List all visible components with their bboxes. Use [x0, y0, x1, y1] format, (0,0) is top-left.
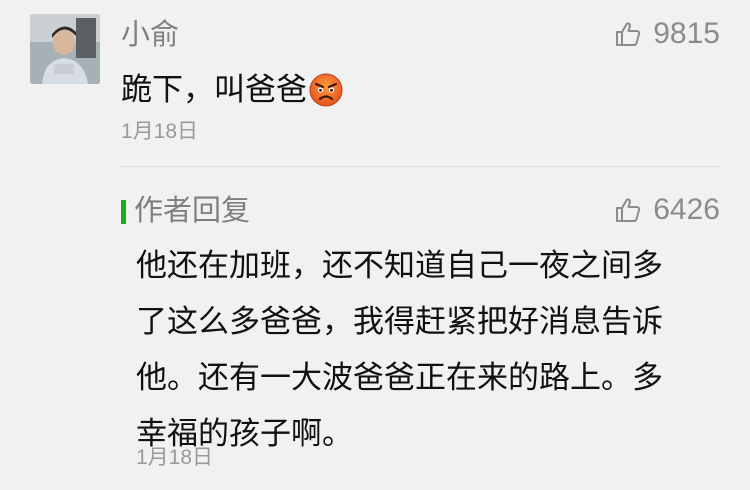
reply-line: 幸福的孩子啊。 — [136, 416, 353, 452]
divider — [121, 166, 720, 167]
reply-accent-bar — [121, 200, 126, 224]
comment-date: 1月18日 — [121, 120, 199, 143]
avatar-photo — [30, 14, 100, 84]
avatar[interactable] — [30, 14, 100, 84]
thumbs-up-icon — [616, 198, 641, 222]
comment-like-count: 9815 — [653, 17, 720, 50]
comment-text: 跪下，叫爸爸 — [121, 70, 343, 110]
author-reply-label: 作者回复 — [134, 193, 251, 227]
comment-thread: 小俞 9815 跪下，叫爸爸 1月18日 作者回复 6426 他还在加班，还不知… — [0, 0, 750, 490]
author-reply-text: 他还在加班，还不知道自己一夜之间多 了这么多爸爸，我得赶紧把好消息告诉 他。还有… — [136, 238, 726, 462]
reply-line: 他还在加班，还不知道自己一夜之间多 — [136, 248, 663, 284]
comment-body: 跪下，叫爸爸 — [121, 72, 307, 108]
reply-line: 他。还有一大波爸爸正在来的路上。多 — [136, 360, 663, 396]
thumbs-up-icon — [616, 22, 641, 46]
commenter-name[interactable]: 小俞 — [121, 16, 179, 52]
reply-like-count: 6426 — [653, 193, 720, 226]
reply-line: 了这么多爸爸，我得赶紧把好消息告诉 — [136, 304, 663, 340]
angry-face-emoji-icon — [309, 73, 343, 107]
reply-date: 1月18日 — [136, 446, 214, 469]
comment-like-button[interactable]: 9815 — [615, 16, 720, 52]
reply-like-button[interactable]: 6426 — [615, 192, 720, 228]
